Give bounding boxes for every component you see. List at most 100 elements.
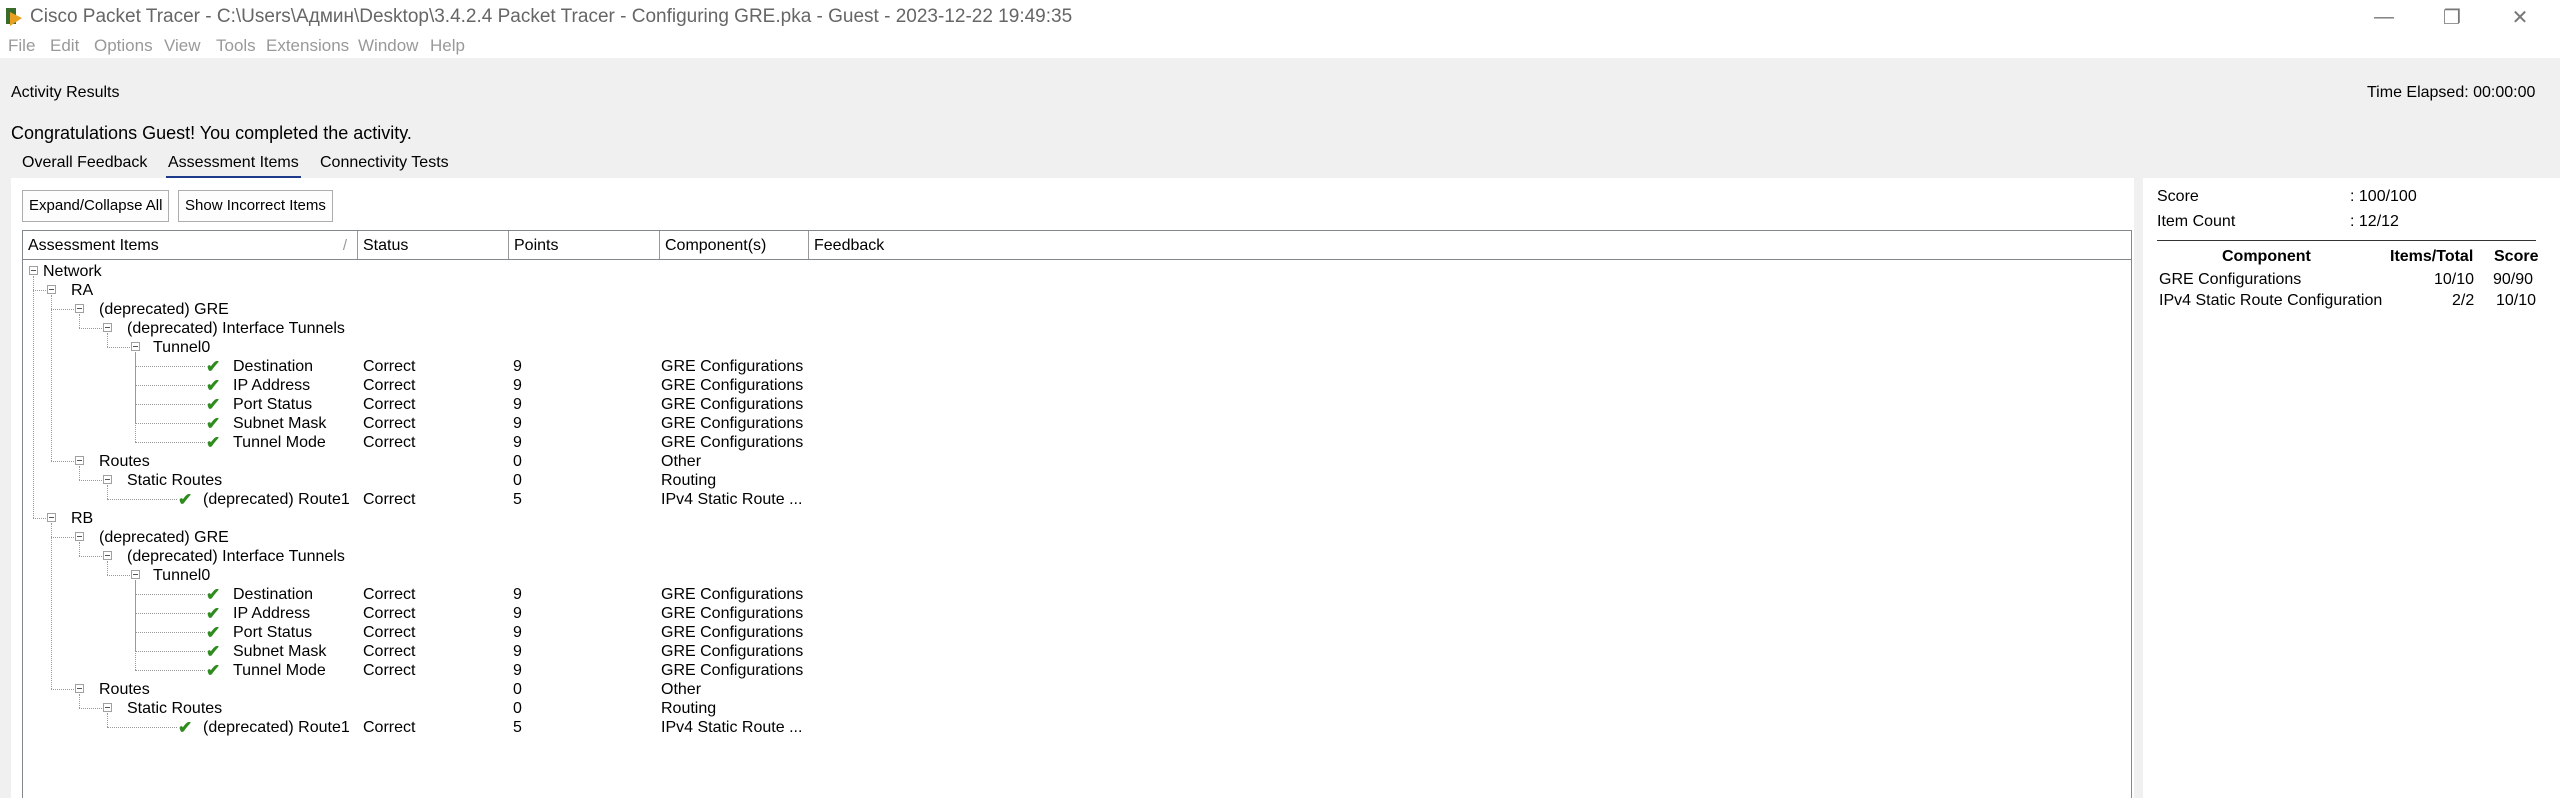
assessment-table: Assessment Items / Status Points Compone… [22,230,2132,798]
tree-row[interactable]: ✔ IP Address Correct 9 GRE Configurations [23,376,2131,395]
tree-row[interactable]: Network [23,262,2131,281]
collapse-toggle-icon[interactable] [75,456,84,465]
collapse-toggle-icon[interactable] [75,304,84,313]
tree-item-label: (deprecated) Route1 [203,491,350,508]
tree-row[interactable]: ✔ Port Status Correct 9 GRE Configurations [23,623,2131,642]
tree-row[interactable]: RB [23,509,2131,528]
table-header: Assessment Items / Status Points Compone… [23,231,2131,260]
tree-row[interactable]: (deprecated) Interface Tunnels [23,319,2131,338]
correct-check-icon: ✔ [206,642,221,661]
menu-options[interactable]: Options [94,36,153,56]
tree-row[interactable]: (deprecated) Interface Tunnels [23,547,2131,566]
menu-window[interactable]: Window [358,36,418,56]
tree-connector-line [51,295,52,461]
points-cell: 5 [513,719,522,736]
collapse-toggle-icon[interactable] [103,551,112,560]
component-score: 10/10 [2496,292,2537,309]
collapse-toggle-icon[interactable] [29,266,38,275]
status-cell: Correct [363,662,416,679]
column-header-feedback[interactable]: Feedback [809,231,2131,259]
tree-connector-line [107,713,108,727]
tree-connector-line [51,309,74,310]
restore-button[interactable]: ❐ [2418,0,2486,34]
menu-view[interactable]: View [164,36,201,56]
menu-tools[interactable]: Tools [216,36,256,56]
close-button[interactable]: ✕ [2486,0,2554,34]
tree-row[interactable]: ✔ Subnet Mask Correct 9 GRE Configurations [23,642,2131,661]
tree-row[interactable]: ✔ Destination Correct 9 GRE Configurations [23,585,2131,604]
tree-row[interactable]: Routes 0 Other [23,452,2131,471]
tree-connector-line [51,689,74,690]
collapse-toggle-icon[interactable] [131,342,140,351]
collapse-toggle-icon[interactable] [75,684,84,693]
tree-row[interactable]: Static Routes 0 Routing [23,699,2131,718]
collapse-toggle-icon[interactable] [103,475,112,484]
component-cell: GRE Configurations [661,643,804,660]
tree-item-label: Port Status [233,624,313,641]
tree-row[interactable]: ✔ IP Address Correct 9 GRE Configurations [23,604,2131,623]
component-cell: IPv4 Static Route ... [661,491,803,508]
points-cell: 0 [513,472,522,489]
tree-connector-line [135,385,205,386]
tree-item-label: Static Routes [127,472,223,489]
tree-connector-line [107,347,130,348]
score-column-header: Score [2494,248,2539,265]
collapse-toggle-icon[interactable] [103,703,112,712]
tree-row[interactable]: Tunnel0 [23,566,2131,585]
tree-connector-line [135,404,205,405]
column-header-points[interactable]: Points [509,231,660,259]
collapse-toggle-icon[interactable] [103,323,112,332]
tree-item-label: Tunnel Mode [233,434,326,451]
tree-item-label: Tunnel Mode [233,662,326,679]
tree-row[interactable]: ✔ Destination Correct 9 GRE Configurations [23,357,2131,376]
component-column-header: Component [2222,248,2311,265]
tree-row[interactable]: (deprecated) GRE [23,300,2131,319]
tree-connector-line [107,727,177,728]
collapse-toggle-icon[interactable] [75,532,84,541]
tree-row[interactable]: Tunnel0 [23,338,2131,357]
correct-check-icon: ✔ [206,661,221,680]
tree-row[interactable]: ✔ Subnet Mask Correct 9 GRE Configurations [23,414,2131,433]
tree-row[interactable]: ✔ (deprecated) Route1 Correct 5 IPv4 Static … [23,490,2131,509]
status-cell: Correct [363,415,416,432]
correct-check-icon: ✔ [206,604,221,623]
tree-connector-line [135,670,205,671]
tab-overall-feedback[interactable]: Overall Feedback [20,152,149,176]
menu-help[interactable]: Help [430,36,465,56]
tab-assessment-items[interactable]: Assessment Items [166,152,301,180]
tree-row[interactable]: ✔ (deprecated) Route1 Correct 5 IPv4 Static … [23,718,2131,737]
minimize-icon: — [2374,5,2394,28]
menu-extensions[interactable]: Extensions [266,36,349,56]
column-header-assessment-items[interactable]: Assessment Items / [23,231,358,259]
tree-row[interactable]: RA [23,281,2131,300]
status-cell: Correct [363,396,416,413]
tree-row[interactable]: (deprecated) GRE [23,528,2131,547]
tree-row[interactable]: ✔ Tunnel Mode Correct 9 GRE Configurations [23,433,2131,452]
tree-row[interactable]: Routes 0 Other [23,680,2131,699]
score-value: : 100/100 [2350,188,2417,205]
tab-connectivity-tests[interactable]: Connectivity Tests [318,152,451,176]
collapse-toggle-icon[interactable] [47,513,56,522]
tree-row[interactable]: ✔ Port Status Correct 9 GRE Configurations [23,395,2131,414]
tree-row[interactable]: ✔ Tunnel Mode Correct 9 GRE Configurations [23,661,2131,680]
correct-check-icon: ✔ [206,395,221,414]
column-header-components[interactable]: Component(s) [660,231,809,259]
tree-item-label: Port Status [233,396,313,413]
tree-item-label: Tunnel0 [153,567,211,584]
menu-file[interactable]: File [8,36,35,56]
collapse-toggle-icon[interactable] [47,285,56,294]
expand-collapse-all-button[interactable]: Expand/Collapse All [22,190,170,222]
column-header-status[interactable]: Status [358,231,509,259]
score-label: Score [2157,188,2199,205]
status-cell: Correct [363,643,416,660]
collapse-toggle-icon[interactable] [131,570,140,579]
show-incorrect-items-button[interactable]: Show Incorrect Items [178,190,333,222]
menu-edit[interactable]: Edit [50,36,79,56]
minimize-button[interactable]: — [2350,0,2418,34]
restore-icon: ❐ [2443,6,2461,29]
items-total-column-header: Items/Total [2390,248,2474,265]
tree-row[interactable]: Static Routes 0 Routing [23,471,2131,490]
status-cell: Correct [363,624,416,641]
tree-connector-line [107,333,108,347]
correct-check-icon: ✔ [206,623,221,642]
